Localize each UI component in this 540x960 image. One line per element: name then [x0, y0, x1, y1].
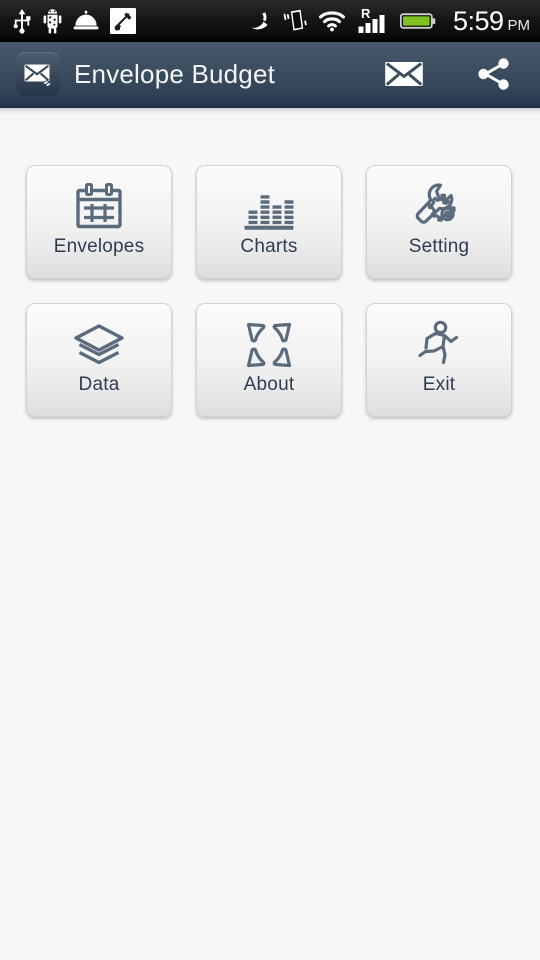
- usb-icon: [12, 8, 32, 34]
- gps-icon: [250, 11, 272, 31]
- bar-chart-icon: [243, 180, 295, 234]
- mail-icon[interactable]: [384, 59, 424, 89]
- tile-grid: Envelopes Charts Setting Data About Exit: [26, 165, 514, 417]
- layers-icon: [72, 318, 126, 372]
- tile-label: Charts: [240, 236, 298, 257]
- calendar-grid-icon: [74, 180, 124, 234]
- tile-envelopes[interactable]: Envelopes: [26, 165, 172, 279]
- tile-exit[interactable]: Exit: [366, 303, 512, 417]
- tile-charts[interactable]: Charts: [196, 165, 342, 279]
- status-bar-left-icons: [12, 8, 136, 34]
- status-bar[interactable]: R 5:59 PM: [0, 0, 540, 42]
- tile-row: Data About Exit: [26, 303, 514, 417]
- vibrate-icon: [282, 9, 308, 33]
- tile-row: Envelopes Charts Setting: [26, 165, 514, 279]
- tile-label: Envelopes: [53, 236, 145, 257]
- clock-time: 5:59: [452, 5, 504, 36]
- action-bar-actions: [384, 57, 522, 91]
- envelope-app-icon[interactable]: [16, 52, 60, 96]
- status-bar-clock: 5:59 PM: [446, 5, 531, 36]
- tile-data[interactable]: Data: [26, 303, 172, 417]
- wrench-gear-icon: [413, 180, 465, 234]
- status-bar-right-icons: R 5:59 PM: [250, 7, 530, 35]
- roaming-signal-icon: R: [356, 7, 390, 35]
- tile-label: Data: [78, 374, 120, 395]
- tile-setting[interactable]: Setting: [366, 165, 512, 279]
- android-debug-icon: [43, 8, 62, 34]
- tile-label: About: [243, 374, 295, 395]
- wifi-icon: [318, 10, 346, 32]
- main-content: Envelopes Charts Setting Data About Exit: [0, 115, 540, 960]
- notification-slash-icon: [110, 8, 136, 34]
- battery-icon: [399, 11, 436, 31]
- service-bell-icon: [73, 10, 99, 32]
- page-title: Envelope Budget: [74, 58, 276, 89]
- action-bar: Envelope Budget: [0, 42, 540, 108]
- svg-text:R: R: [361, 7, 371, 21]
- tile-label: Setting: [408, 236, 470, 257]
- running-person-icon: [413, 318, 465, 372]
- tile-about[interactable]: About: [196, 303, 342, 417]
- tile-label: Exit: [422, 374, 456, 395]
- share-icon[interactable]: [476, 57, 512, 91]
- corners-expand-icon: [244, 318, 294, 372]
- action-bar-shadow: [0, 108, 540, 115]
- clock-meridiem: PM: [507, 16, 531, 34]
